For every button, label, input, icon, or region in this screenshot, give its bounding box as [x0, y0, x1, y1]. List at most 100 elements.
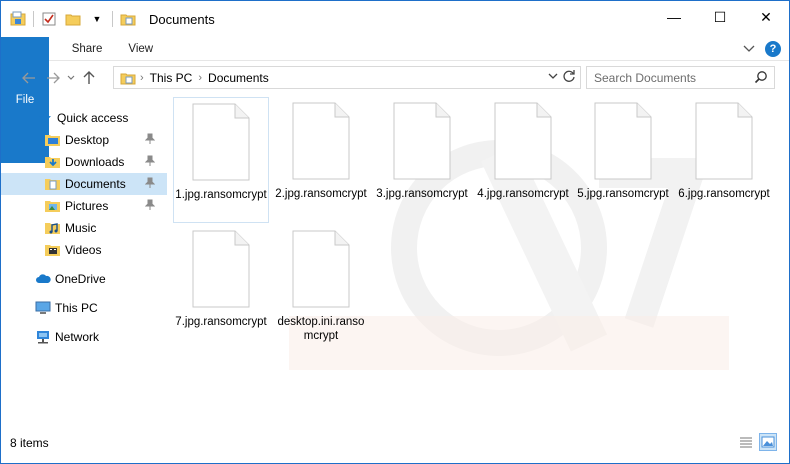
window-controls: — ☐ ✕ — [651, 1, 789, 33]
address-folder-icon — [120, 70, 136, 86]
downloads-folder-icon — [45, 154, 61, 170]
file-item[interactable]: 7.jpg.ransomcrypt — [173, 225, 269, 351]
search-placeholder: Search Documents — [594, 70, 697, 85]
large-icons-view-icon — [761, 436, 775, 448]
file-name: 6.jpg.ransomcrypt — [678, 188, 770, 200]
refresh-icon[interactable] — [562, 69, 576, 86]
minimize-button[interactable]: — — [651, 1, 697, 33]
sidebar-item-label: Videos — [65, 243, 102, 257]
file-item[interactable]: 1.jpg.ransomcrypt — [173, 97, 269, 223]
pin-icon[interactable] — [144, 133, 156, 148]
properties-check-icon[interactable] — [40, 10, 58, 28]
ribbon-right: ? — [743, 39, 781, 59]
folder-properties-icon[interactable] — [9, 10, 27, 28]
item-count: 8 items — [10, 436, 49, 450]
blank-file-icon — [192, 103, 250, 181]
file-name: desktop.ini.ransomcrypt — [277, 316, 365, 342]
chevron-down-icon[interactable] — [743, 42, 755, 56]
file-item[interactable]: 6.jpg.ransomcrypt — [676, 97, 772, 223]
star-icon — [37, 110, 53, 126]
breadcrumb-this-pc[interactable]: This PC — [150, 71, 193, 85]
close-button[interactable]: ✕ — [743, 1, 789, 33]
file-name: 3.jpg.ransomcrypt — [376, 188, 468, 200]
back-button[interactable] — [17, 66, 41, 90]
address-bar[interactable]: › This PC › Documents — [113, 66, 581, 89]
breadcrumb-documents[interactable]: Documents — [208, 71, 269, 85]
blank-file-icon — [695, 102, 753, 180]
maximize-button[interactable]: ☐ — [697, 1, 743, 33]
pictures-folder-icon — [45, 198, 61, 214]
pin-icon[interactable] — [144, 177, 156, 192]
sidebar-item-label: Network — [55, 330, 100, 344]
sidebar-item-label: This PC — [55, 301, 98, 315]
qa-separator — [112, 11, 113, 27]
title-bar: ▼ Documents — ☐ ✕ — [1, 1, 789, 37]
nav-quick-access[interactable]: Quick access — [37, 107, 167, 129]
sidebar-item-videos[interactable]: Videos — [1, 239, 167, 261]
documents-title-icon — [119, 10, 137, 28]
music-folder-icon — [45, 220, 61, 236]
desktop-folder-icon — [45, 132, 61, 148]
blank-file-icon — [292, 230, 350, 308]
help-button[interactable]: ? — [765, 41, 781, 57]
file-name: 7.jpg.ransomcrypt — [175, 316, 267, 328]
sidebar-item-documents[interactable]: Documents — [1, 173, 167, 195]
forward-button[interactable] — [41, 66, 65, 90]
blank-file-icon — [594, 102, 652, 180]
pin-icon[interactable] — [144, 199, 156, 214]
sidebar-item-downloads[interactable]: Downloads — [1, 151, 167, 173]
recent-locations-button[interactable] — [65, 66, 77, 90]
sidebar-item-label: Music — [65, 221, 97, 235]
cloud-icon — [35, 271, 51, 287]
file-item[interactable]: 4.jpg.ransomcrypt — [475, 97, 571, 223]
file-item[interactable]: 3.jpg.ransomcrypt — [374, 97, 470, 223]
blank-file-icon — [393, 102, 451, 180]
blank-file-icon — [494, 102, 552, 180]
sidebar-item-label: Downloads — [65, 155, 125, 169]
file-item[interactable]: 2.jpg.ransomcrypt — [273, 97, 369, 223]
chevron-right-icon: › — [140, 71, 144, 84]
blank-file-icon — [192, 230, 250, 308]
large-icons-view-button[interactable] — [759, 433, 777, 451]
file-name: 5.jpg.ransomcrypt — [577, 188, 669, 200]
pin-icon[interactable] — [144, 155, 156, 170]
search-icon[interactable] — [754, 70, 768, 87]
back-arrow-icon — [22, 72, 35, 84]
customize-qa-dropdown-icon[interactable]: ▼ — [88, 10, 106, 28]
address-row: › This PC › Documents Search Documents — [1, 63, 789, 93]
sidebar-item-network[interactable]: Network — [35, 326, 167, 348]
details-view-icon — [740, 437, 752, 448]
forward-arrow-icon — [47, 72, 60, 84]
up-button[interactable] — [77, 66, 101, 90]
tab-view[interactable]: View — [115, 37, 166, 60]
address-dropdown-icon[interactable] — [548, 70, 558, 82]
search-input[interactable]: Search Documents — [586, 66, 775, 89]
nav-quick-access-label: Quick access — [57, 111, 129, 125]
quick-access-toolbar: ▼ — [1, 1, 143, 37]
up-arrow-icon — [83, 71, 95, 84]
sidebar-item-music[interactable]: Music — [1, 217, 167, 239]
status-bar: 8 items — [1, 431, 789, 455]
explorer-window: ▼ Documents — ☐ ✕ File Home Share View ? — [0, 0, 790, 464]
ribbon-tabs: File Home Share View ? — [1, 37, 789, 163]
sidebar-item-onedrive[interactable]: OneDrive — [35, 268, 167, 290]
view-switcher — [737, 433, 777, 451]
new-folder-icon[interactable] — [64, 10, 82, 28]
sidebar-item-pictures[interactable]: Pictures — [1, 195, 167, 217]
chevron-right-icon: › — [198, 71, 203, 84]
details-view-button[interactable] — [737, 433, 755, 451]
sidebar-item-this-pc[interactable]: This PC — [35, 297, 167, 319]
file-list: 1.jpg.ransomcrypt 2.jpg.ransomcrypt 3.jp… — [169, 93, 789, 427]
sidebar-item-desktop[interactable]: Desktop — [1, 129, 167, 151]
sidebar-item-label: Pictures — [65, 199, 109, 213]
blank-file-icon — [292, 102, 350, 180]
documents-folder-icon — [45, 176, 61, 192]
file-item[interactable]: 5.jpg.ransomcrypt — [575, 97, 671, 223]
file-item[interactable]: desktop.ini.ransomcrypt — [273, 225, 369, 351]
videos-folder-icon — [45, 242, 61, 258]
file-name: 4.jpg.ransomcrypt — [477, 188, 569, 200]
file-name: 2.jpg.ransomcrypt — [275, 188, 367, 200]
tab-share[interactable]: Share — [59, 37, 116, 60]
chevron-down-icon — [67, 75, 75, 80]
file-name: 1.jpg.ransomcrypt — [175, 189, 267, 201]
